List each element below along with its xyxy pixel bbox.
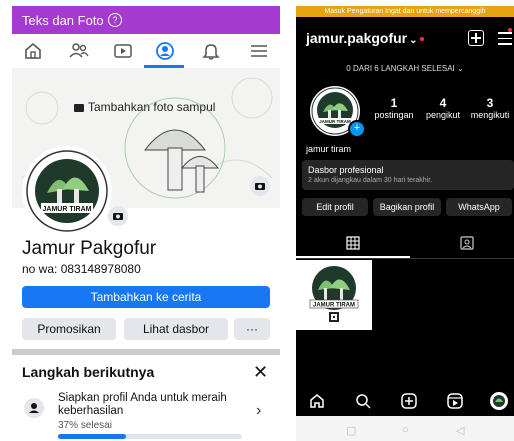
recent-apps-icon[interactable]: ▢ <box>346 424 356 437</box>
add-to-story-button[interactable]: Tambahkan ke cerita <box>22 286 270 308</box>
followers-label: pengikut <box>425 110 461 120</box>
profile-name: Jamur Pakgofur <box>22 238 157 259</box>
promote-button[interactable]: Promosikan <box>22 318 116 340</box>
following-value: 3 <box>486 96 494 110</box>
menu-notification-dot <box>508 28 512 32</box>
posts-value: 1 <box>390 96 398 110</box>
camera-icon <box>74 103 84 112</box>
followers-value: 4 <box>439 96 447 110</box>
steps-text: 0 DARI 6 LANGKAH SELESAI <box>346 64 455 73</box>
create-icon[interactable] <box>400 392 418 410</box>
chevron-down-icon: ⌄ <box>409 35 418 46</box>
step-description[interactable]: Siapkan profil Anda untuk meraih keberha… <box>58 392 248 418</box>
dashboard-subtitle: 2 akun dijangkau dalam 30 hari terakhir. <box>308 177 433 184</box>
profile-avatar-icon[interactable] <box>490 392 508 410</box>
post-thumbnail[interactable]: JAMUR TIRAM <box>296 260 372 330</box>
profile-tabs <box>296 232 514 259</box>
home-icon[interactable] <box>22 40 44 62</box>
home-icon[interactable] <box>308 392 326 410</box>
notification-dot <box>419 37 424 42</box>
step-progress-text: 37% selesai <box>58 420 112 431</box>
system-nav-bar: ▢ ○ ◁ <box>296 416 514 441</box>
edit-cover-camera-icon[interactable] <box>250 176 270 196</box>
friends-icon[interactable] <box>68 40 90 62</box>
profile-icon[interactable] <box>154 40 176 62</box>
menu-icon[interactable] <box>498 32 512 49</box>
post-logo-text: JAMUR TIRAM <box>313 303 355 309</box>
video-icon[interactable] <box>112 40 134 62</box>
post-image: JAMUR TIRAM <box>296 260 372 330</box>
menu-icon[interactable] <box>248 40 270 62</box>
add-story-plus-icon[interactable]: + <box>348 120 366 138</box>
section-divider <box>12 349 280 355</box>
back-icon[interactable]: ◁ <box>456 424 464 437</box>
followers-count[interactable]: 4 pengikut <box>420 96 466 120</box>
bell-icon[interactable] <box>200 40 222 62</box>
professional-dashboard[interactable]: Dasbor profesional 2 akun dijangkau dala… <box>302 160 514 190</box>
tagged-icon[interactable] <box>460 236 474 250</box>
following-count[interactable]: 3 mengikuti <box>466 96 514 120</box>
home-circle-icon[interactable]: ○ <box>402 424 409 436</box>
question-icon[interactable]: ? <box>108 13 122 27</box>
edit-avatar-camera-icon[interactable] <box>108 206 128 226</box>
facebook-app: Teks dan Foto ? Tambahkan foto sampul JA… <box>12 6 280 441</box>
username: jamur.pakgofur <box>306 30 408 46</box>
edit-profile-button[interactable]: Edit profil <box>302 198 368 216</box>
create-icon[interactable] <box>468 30 484 46</box>
notification-banner[interactable]: Masuk Pengaturan Ingat dan untuk memperc… <box>296 6 514 17</box>
grid-icon[interactable] <box>346 236 360 250</box>
dashboard-title: Dasbor profesional <box>308 165 384 175</box>
posts-label: postingan <box>374 110 414 120</box>
nav-bar <box>12 34 280 69</box>
logo-text: JAMUR TIRAM <box>43 206 92 213</box>
top-title: Teks dan Foto <box>22 13 104 28</box>
reels-icon[interactable] <box>446 392 464 410</box>
ig-logo-text: JAMUR TIRAM <box>319 119 351 124</box>
profile-picture[interactable]: JAMUR TIRAM <box>22 146 112 236</box>
mushroom-logo: JAMUR TIRAM <box>26 150 108 232</box>
status-title-bar: Teks dan Foto ? <box>12 6 280 34</box>
following-label: mengikuti <box>470 110 510 120</box>
chevron-right-icon[interactable]: › <box>256 402 261 420</box>
search-icon[interactable] <box>354 392 372 410</box>
close-icon[interactable]: ✕ <box>253 362 268 383</box>
share-profile-button[interactable]: Bagikan profil <box>373 198 441 216</box>
step-progress-fill <box>58 434 127 439</box>
username-switcher[interactable]: jamur.pakgofur ⌄ <box>306 30 424 46</box>
view-dashboard-button[interactable]: Lihat dasbor <box>124 318 228 340</box>
whatsapp-button[interactable]: WhatsApp <box>446 198 512 216</box>
instagram-app: Masuk Pengaturan Ingat dan untuk memperc… <box>296 6 514 441</box>
bio-name: jamur tiram <box>306 144 352 154</box>
bottom-nav <box>296 386 514 416</box>
next-steps-title: Langkah berikutnya <box>22 364 155 380</box>
step-progress-bar <box>58 434 242 439</box>
profile-bio: no wa: 083148978080 <box>22 262 141 276</box>
posts-count[interactable]: 1 postingan <box>370 96 418 120</box>
cover-mushroom-logo <box>124 97 226 199</box>
active-tab-underline <box>296 256 410 258</box>
more-options-button[interactable]: ··· <box>234 318 270 340</box>
profile-step-icon <box>24 398 44 418</box>
profile-steps-link[interactable]: 0 DARI 6 LANGKAH SELESAI ⌄ <box>296 64 514 73</box>
